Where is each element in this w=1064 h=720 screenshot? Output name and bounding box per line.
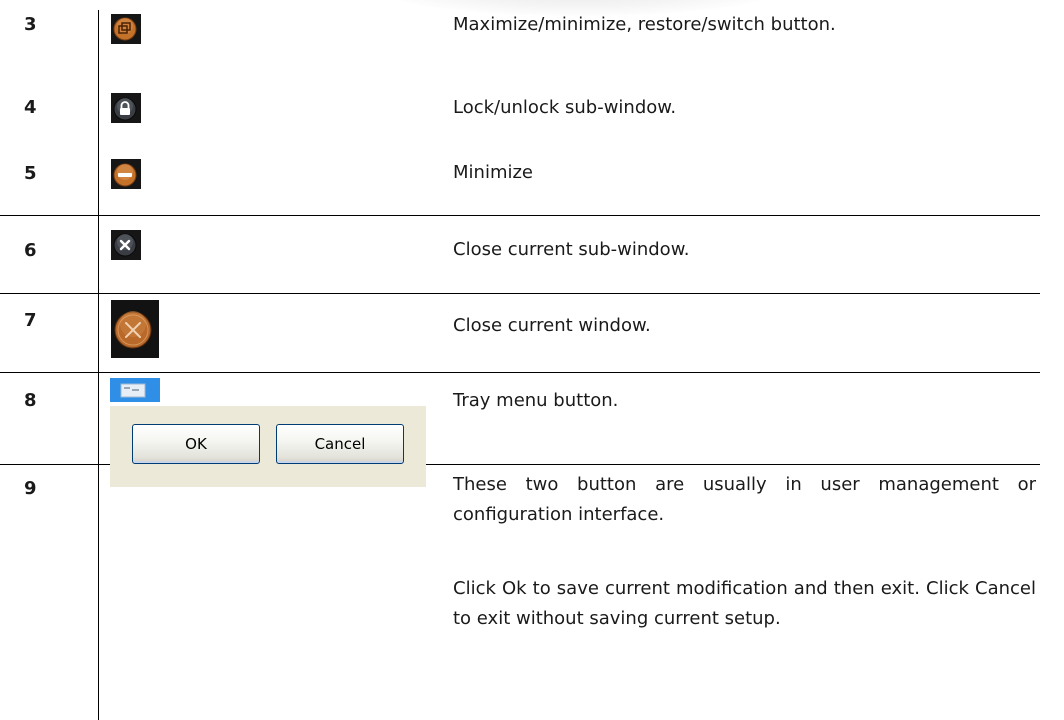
row-number: 7 bbox=[24, 310, 37, 331]
row-number: 5 bbox=[24, 163, 37, 184]
row-number: 6 bbox=[24, 240, 37, 261]
row-description: Lock/unlock sub-window. bbox=[453, 97, 677, 118]
row-description: Close current window. bbox=[453, 315, 651, 336]
cancel-button[interactable]: Cancel bbox=[276, 424, 404, 464]
table-row-divider bbox=[0, 293, 1040, 294]
minimize-icon[interactable] bbox=[111, 159, 141, 189]
ok-cancel-buttons: OK Cancel bbox=[110, 406, 426, 487]
lock-icon[interactable] bbox=[111, 93, 141, 123]
row-description: Maximize/minimize, restore/switch button… bbox=[453, 14, 836, 35]
restore-switch-icon[interactable] bbox=[111, 14, 141, 44]
row-number: 4 bbox=[24, 97, 37, 118]
row-description: Minimize bbox=[453, 162, 533, 183]
row-number: 9 bbox=[24, 478, 37, 499]
row-number: 8 bbox=[24, 390, 37, 411]
row-number: 3 bbox=[24, 14, 37, 35]
table-row-divider bbox=[0, 372, 1040, 373]
row-description: Tray menu button. bbox=[453, 390, 619, 411]
ok-button[interactable]: OK bbox=[132, 424, 260, 464]
row-note: Click Ok to save current modification an… bbox=[453, 578, 1036, 629]
table-row-divider bbox=[0, 215, 1040, 216]
close-subwindow-icon[interactable] bbox=[111, 230, 141, 260]
table-column-divider bbox=[98, 10, 99, 720]
row-description: Close current sub-window. bbox=[453, 239, 690, 260]
tray-menu-icon[interactable] bbox=[110, 378, 160, 402]
close-window-icon[interactable] bbox=[111, 300, 159, 358]
row-description: These two button are usually in user man… bbox=[453, 474, 1036, 525]
